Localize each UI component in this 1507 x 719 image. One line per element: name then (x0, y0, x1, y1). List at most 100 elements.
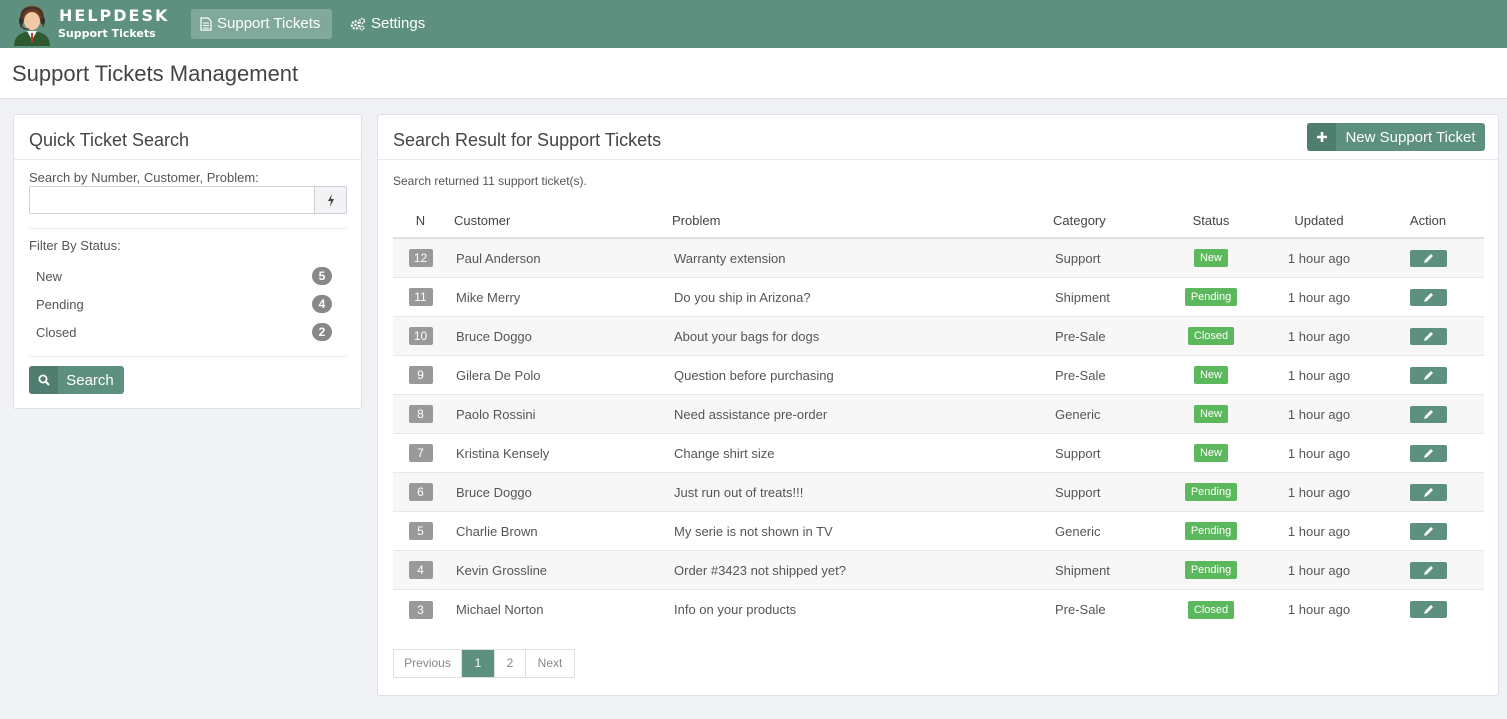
customer-cell: Bruce Doggo (456, 328, 532, 344)
brand-subtitle: Support Tickets (58, 27, 156, 40)
new-ticket-label: New Support Ticket (1345, 128, 1476, 146)
filter-new-count: 5 (312, 267, 332, 285)
category-cell: Shipment (1055, 289, 1110, 305)
customer-cell: Mike Merry (456, 289, 521, 305)
category-cell: Pre-Sale (1055, 328, 1106, 344)
status-badge: New (1193, 249, 1228, 267)
ticket-number: 3 (408, 600, 433, 619)
nav-support-tickets[interactable]: Support Tickets (191, 9, 332, 39)
col-customer: Customer (454, 212, 511, 228)
customer-cell: Paul Anderson (456, 250, 541, 266)
customer-cell: Paolo Rossini (456, 406, 536, 422)
problem-cell: My serie is not shown in TV (674, 523, 833, 539)
ticket-number: 6 (408, 483, 433, 501)
table-row: 12 Paul Anderson Warranty extension Supp… (393, 239, 1484, 278)
pencil-icon (1423, 487, 1433, 497)
category-cell: Generic (1055, 523, 1101, 539)
col-n: N (415, 212, 426, 228)
edit-button[interactable] (1409, 405, 1447, 423)
edit-button[interactable] (1409, 327, 1447, 345)
category-cell: Generic (1055, 406, 1101, 422)
problem-cell: Do you ship in Arizona? (674, 289, 811, 305)
filter-pending-count: 4 (312, 295, 332, 313)
plus-icon (1307, 123, 1336, 151)
edit-button[interactable] (1409, 366, 1447, 384)
filter-pending-label: Pending (36, 296, 84, 312)
status-badge: Pending (1184, 561, 1238, 579)
document-icon (200, 17, 212, 31)
status-badge: Pending (1184, 483, 1238, 501)
ticket-number: 9 (408, 366, 433, 384)
category-cell: Support (1055, 250, 1101, 266)
edit-button[interactable] (1409, 288, 1447, 306)
status-badge: New (1193, 444, 1228, 462)
customer-cell: Charlie Brown (456, 523, 538, 539)
pencil-icon (1423, 370, 1433, 380)
top-navbar: HELPDESK Support Tickets Support Tickets… (0, 0, 1507, 48)
search-button[interactable]: Search (29, 366, 124, 394)
updated-cell: 1 hour ago (1287, 328, 1351, 344)
table-row: 3 Michael Norton Info on your products P… (393, 590, 1484, 629)
page-previous[interactable]: Previous (394, 650, 462, 677)
search-input[interactable] (29, 186, 315, 214)
edit-button[interactable] (1409, 444, 1447, 462)
table-row: 6 Bruce Doggo Just run out of treats!!! … (393, 473, 1484, 512)
page-2[interactable]: 2 (495, 650, 526, 677)
filter-closed[interactable]: Closed 2 (36, 322, 332, 342)
customer-cell: Michael Norton (456, 602, 544, 617)
search-button-label: Search (66, 371, 114, 389)
problem-cell: About your bags for dogs (674, 328, 820, 344)
table-row: 7 Kristina Kensely Change shirt size Sup… (393, 434, 1484, 473)
updated-cell: 1 hour ago (1287, 367, 1351, 383)
divider (29, 228, 347, 229)
updated-cell: 1 hour ago (1287, 445, 1351, 461)
pencil-icon (1423, 448, 1433, 458)
page-1[interactable]: 1 (462, 650, 495, 677)
ticket-number: 7 (408, 444, 433, 462)
status-badge: New (1193, 405, 1228, 423)
updated-cell: 1 hour ago (1287, 484, 1351, 500)
col-updated: Updated (1294, 212, 1344, 228)
customer-cell: Kristina Kensely (456, 445, 550, 461)
filter-new[interactable]: New 5 (36, 266, 332, 286)
edit-button[interactable] (1409, 483, 1447, 501)
table-row: 11 Mike Merry Do you ship in Arizona? Sh… (393, 278, 1484, 317)
col-problem: Problem (672, 212, 721, 228)
problem-cell: Need assistance pre-order (674, 406, 828, 422)
updated-cell: 1 hour ago (1287, 562, 1351, 578)
problem-cell: Change shirt size (674, 445, 775, 461)
ticket-number: 5 (408, 522, 433, 540)
updated-cell: 1 hour ago (1287, 602, 1351, 617)
filter-closed-label: Closed (36, 324, 77, 340)
edit-button[interactable] (1409, 522, 1447, 540)
new-ticket-button[interactable]: New Support Ticket (1307, 123, 1485, 151)
pencil-icon (1423, 526, 1433, 536)
pencil-icon (1423, 409, 1433, 419)
problem-cell: Info on your products (674, 602, 797, 617)
search-icon (29, 366, 58, 394)
page-next[interactable]: Next (526, 650, 574, 677)
status-badge: Pending (1184, 288, 1238, 306)
ticket-number: 10 (408, 327, 433, 345)
category-cell: Support (1055, 484, 1101, 500)
category-cell: Pre-Sale (1055, 602, 1106, 617)
results-header: Search Result for Support Tickets New Su… (378, 115, 1498, 160)
results-title: Search Result for Support Tickets (393, 130, 662, 150)
nav-support-tickets-label: Support Tickets (217, 15, 321, 32)
edit-button[interactable] (1409, 249, 1447, 267)
page-header: Support Tickets Management (0, 48, 1507, 99)
edit-button[interactable] (1409, 601, 1447, 618)
status-badge: Closed (1187, 600, 1235, 619)
customer-cell: Bruce Doggo (456, 484, 532, 500)
updated-cell: 1 hour ago (1287, 250, 1351, 266)
quick-search-button[interactable] (314, 186, 347, 214)
status-badge: Closed (1187, 327, 1235, 345)
nav-settings[interactable]: Settings (341, 9, 436, 39)
ticket-number: 12 (408, 249, 433, 267)
filter-pending[interactable]: Pending 4 (36, 294, 332, 314)
category-cell: Support (1055, 445, 1101, 461)
edit-button[interactable] (1409, 561, 1447, 579)
pencil-icon (1423, 253, 1433, 263)
updated-cell: 1 hour ago (1287, 406, 1351, 422)
col-category: Category (1053, 212, 1106, 228)
